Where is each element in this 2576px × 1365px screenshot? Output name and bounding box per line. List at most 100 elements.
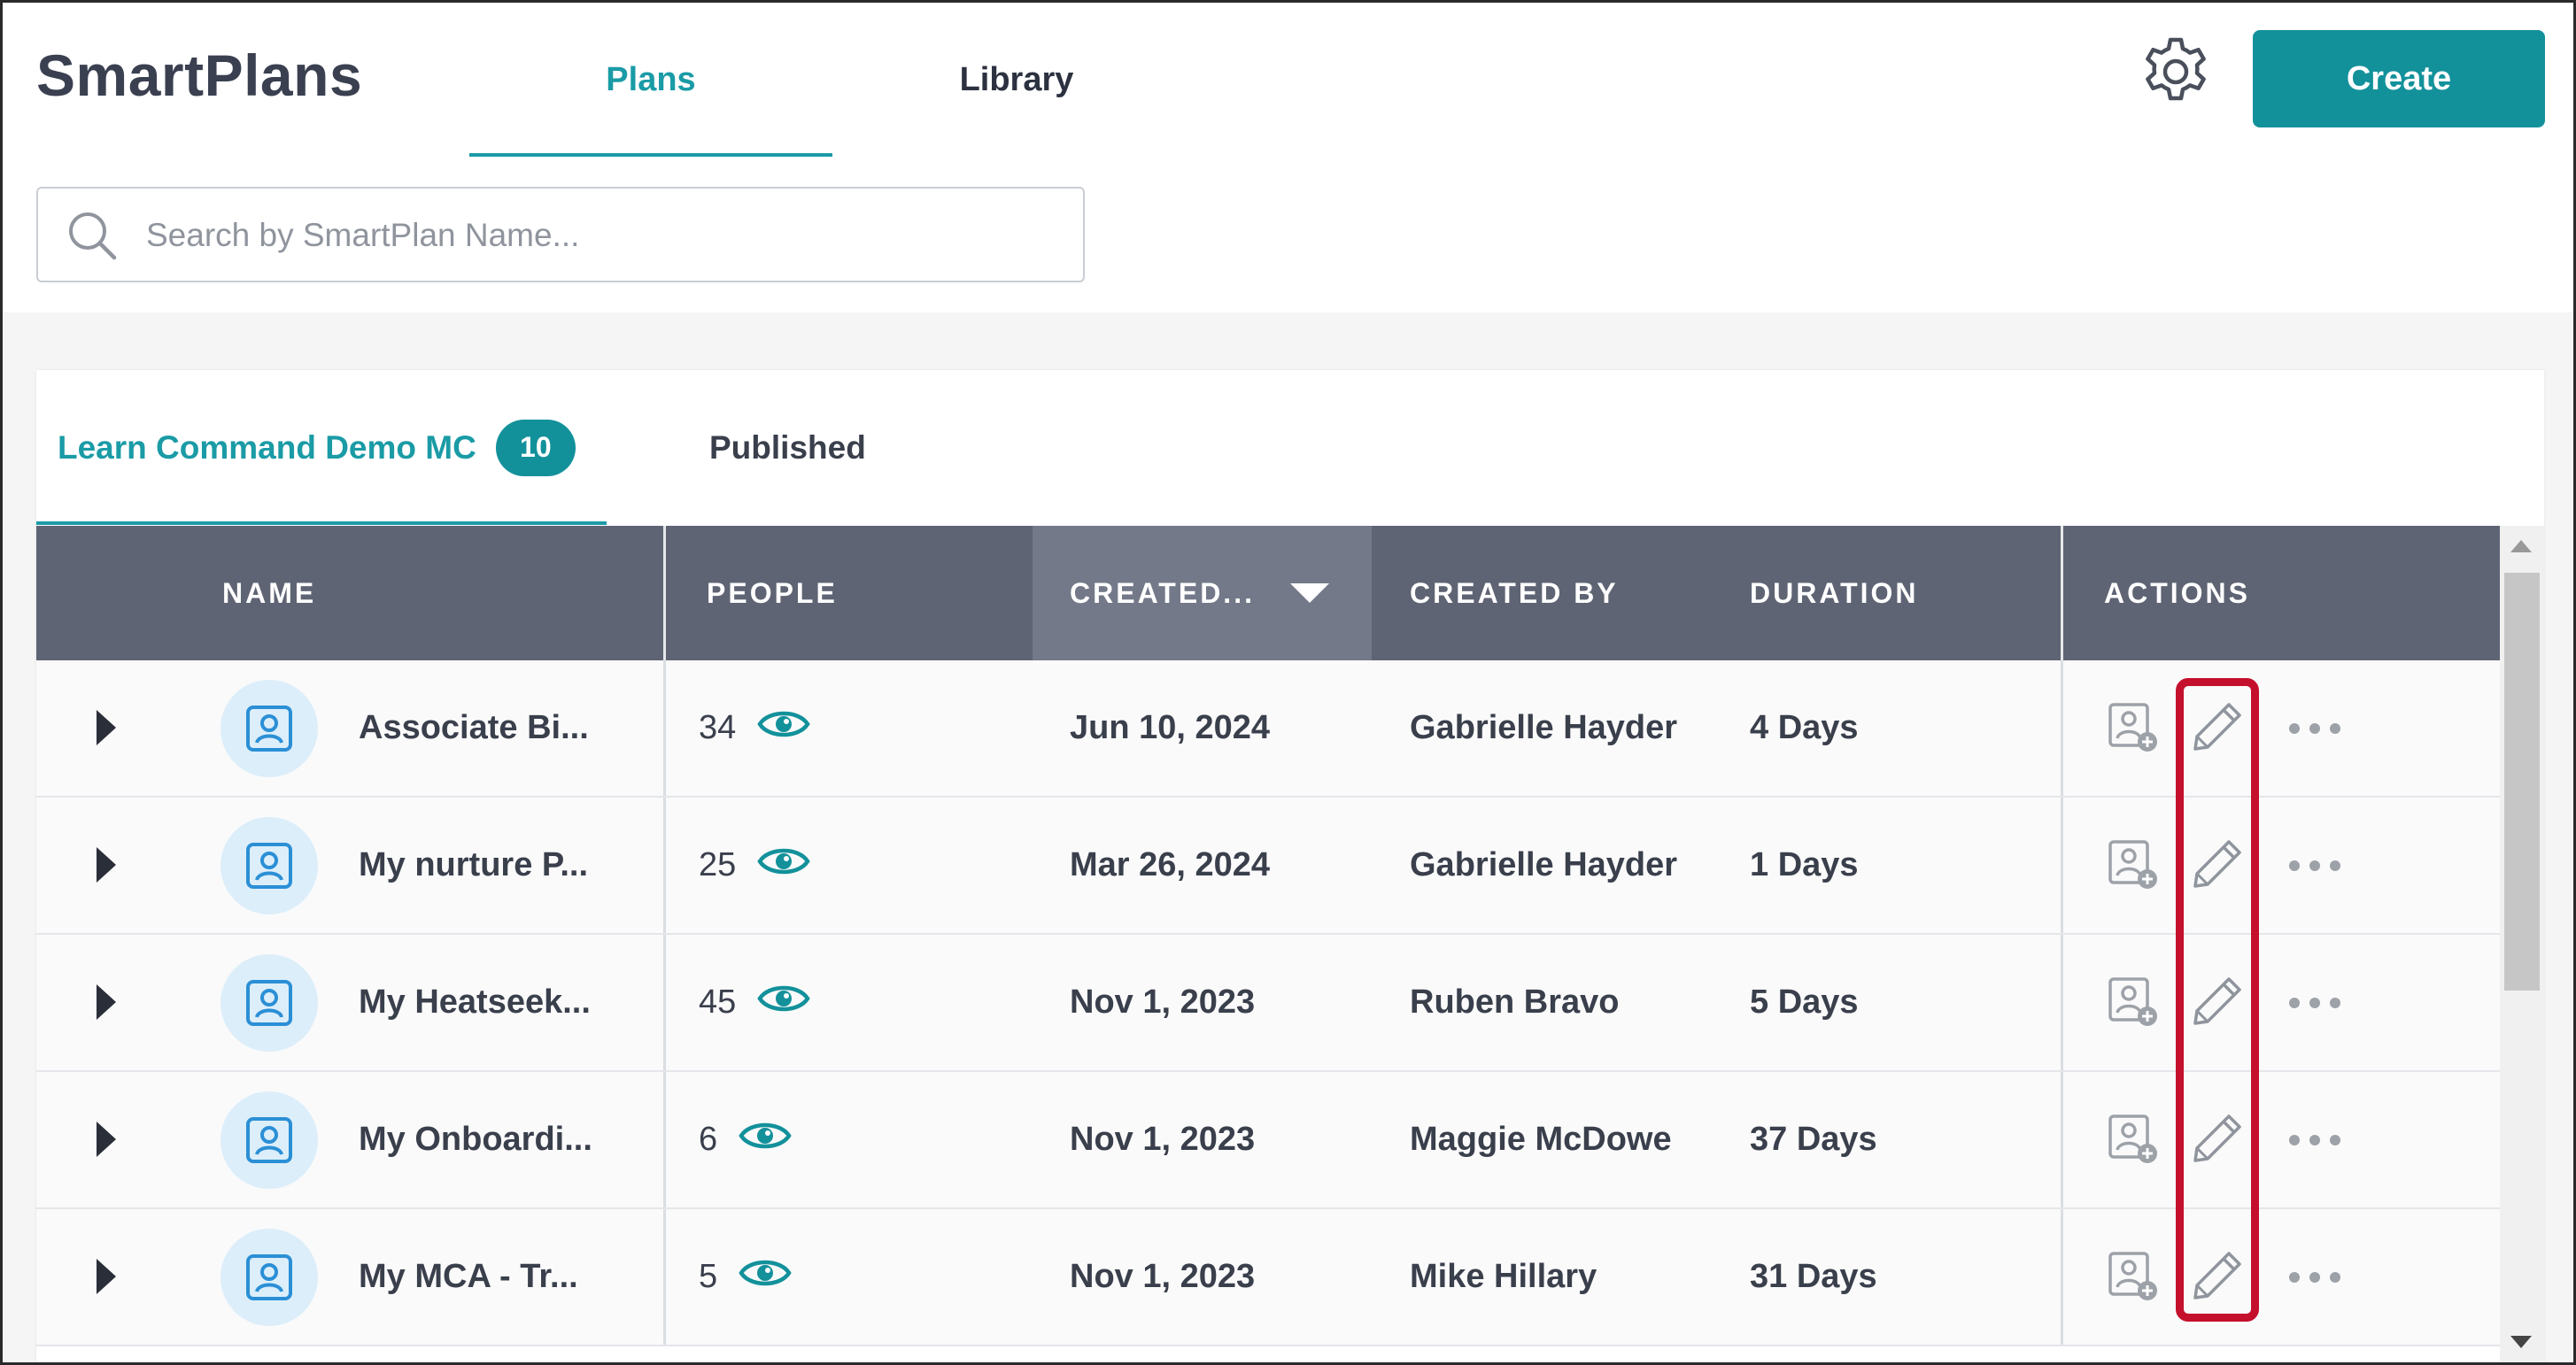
caret-right-icon[interactable] xyxy=(97,984,116,1020)
people-count: 5 xyxy=(699,1258,718,1295)
add-user-icon[interactable] xyxy=(2107,1113,2160,1170)
table-header: NAME PEOPLE CREATED... CREATED BY DURATI… xyxy=(36,526,2500,660)
table-row[interactable]: My Heatseek... 45 Nov 1, 2023 Ruben Bravo 5 … xyxy=(36,935,2500,1072)
app-logo: SmartPlans xyxy=(36,42,363,108)
created-date: Mar 26, 2024 xyxy=(1070,846,1271,883)
created-by: Mike Hillary xyxy=(1410,1258,1597,1295)
tab-library[interactable]: Library xyxy=(888,3,1145,157)
user-profile-icon xyxy=(220,954,318,1052)
more-horizontal-icon[interactable] xyxy=(2287,859,2342,877)
app-window: SmartPlans Plans Library Create Learn Co… xyxy=(0,0,2576,1365)
caret-right-icon[interactable] xyxy=(97,1259,116,1294)
eye-icon[interactable] xyxy=(757,844,810,888)
people-count: 34 xyxy=(699,709,737,746)
duration: 37 Days xyxy=(1750,1121,1877,1158)
created-by: Gabrielle Hayder xyxy=(1410,846,1678,883)
add-user-icon[interactable] xyxy=(2107,838,2160,896)
caret-right-icon[interactable] xyxy=(97,710,116,745)
count-badge: 10 xyxy=(495,419,576,476)
vertical-scrollbar[interactable] xyxy=(2500,526,2544,1362)
people-cell: 5 xyxy=(699,1209,792,1345)
people-cell: 6 xyxy=(699,1072,792,1207)
user-profile-icon xyxy=(220,680,318,777)
plan-name[interactable]: Associate Bi... xyxy=(359,660,589,796)
caret-right-icon[interactable] xyxy=(97,847,116,883)
subtab-published[interactable]: Published xyxy=(709,370,904,525)
duration: 4 Days xyxy=(1750,709,1859,746)
people-cell: 34 xyxy=(699,660,810,796)
people-count: 6 xyxy=(699,1121,718,1158)
more-horizontal-icon[interactable] xyxy=(2287,1270,2342,1289)
plans-card: Learn Command Demo MC 10 Published NAME … xyxy=(36,370,2544,1362)
people-cell: 45 xyxy=(699,935,810,1070)
eye-icon[interactable] xyxy=(739,1118,792,1162)
column-divider xyxy=(663,526,666,660)
people-cell: 25 xyxy=(699,798,810,933)
table-body: Associate Bi... 34 Jun 10, 2024 Gabrielle H… xyxy=(36,660,2500,1346)
search-bar xyxy=(36,187,1085,282)
created-date: Jun 10, 2024 xyxy=(1070,709,1271,746)
column-header-created-label: CREATED... xyxy=(1070,576,1255,609)
column-header-duration[interactable]: DURATION xyxy=(1750,526,1919,660)
eye-icon[interactable] xyxy=(739,1255,792,1299)
plan-name[interactable]: My MCA - Tr... xyxy=(359,1209,578,1345)
column-divider xyxy=(2061,935,2063,1070)
caret-right-icon[interactable] xyxy=(97,1122,116,1157)
more-horizontal-icon[interactable] xyxy=(2287,721,2342,740)
created-date: Nov 1, 2023 xyxy=(1070,1258,1256,1295)
add-user-icon[interactable] xyxy=(2107,701,2160,759)
created-by: Ruben Bravo xyxy=(1410,983,1620,1021)
column-divider xyxy=(2061,798,2063,933)
plan-name[interactable]: My Onboardi... xyxy=(359,1072,592,1207)
more-horizontal-icon[interactable] xyxy=(2287,996,2342,1014)
scroll-thumb[interactable] xyxy=(2504,573,2540,991)
people-count: 25 xyxy=(699,846,737,883)
gear-icon[interactable] xyxy=(2139,35,2213,109)
column-divider xyxy=(663,935,666,1070)
search-icon xyxy=(66,210,118,261)
created-date: Nov 1, 2023 xyxy=(1070,1121,1256,1158)
add-user-icon[interactable] xyxy=(2107,1250,2160,1307)
column-header-people[interactable]: PEOPLE xyxy=(707,526,838,660)
column-divider xyxy=(663,660,666,796)
column-divider xyxy=(2061,1072,2063,1207)
column-header-name[interactable]: NAME xyxy=(222,526,316,660)
plan-name[interactable]: My nurture P... xyxy=(359,798,588,933)
column-divider xyxy=(663,1072,666,1207)
created-date: Nov 1, 2023 xyxy=(1070,983,1256,1021)
column-divider xyxy=(663,1209,666,1345)
eye-icon[interactable] xyxy=(757,981,810,1025)
edit-column-highlight xyxy=(2176,678,2259,1322)
user-profile-icon xyxy=(220,817,318,914)
eye-icon[interactable] xyxy=(757,706,810,751)
created-by: Maggie McDowe xyxy=(1410,1121,1672,1158)
duration: 5 Days xyxy=(1750,983,1859,1021)
table-row[interactable]: My nurture P... 25 Mar 26, 2024 Gabrielle H… xyxy=(36,798,2500,935)
subtab-label: Learn Command Demo MC xyxy=(58,428,476,466)
tab-plans[interactable]: Plans xyxy=(469,3,832,157)
duration: 31 Days xyxy=(1750,1258,1877,1295)
more-horizontal-icon[interactable] xyxy=(2287,1133,2342,1152)
search-input[interactable] xyxy=(144,189,1069,282)
table-row[interactable]: My MCA - Tr... 5 Nov 1, 2023 Mike Hillary 31… xyxy=(36,1209,2500,1346)
scroll-down-arrow-icon[interactable] xyxy=(2510,1336,2532,1348)
created-by: Gabrielle Hayder xyxy=(1410,709,1678,746)
create-button[interactable]: Create xyxy=(2253,30,2545,127)
add-user-icon[interactable] xyxy=(2107,976,2160,1033)
sort-desc-icon xyxy=(1289,583,1329,603)
table-row[interactable]: My Onboardi... 6 Nov 1, 2023 Maggie McDowe 3… xyxy=(36,1072,2500,1209)
scroll-up-arrow-icon[interactable] xyxy=(2510,540,2532,552)
column-header-created[interactable]: CREATED... xyxy=(1033,526,1372,660)
user-profile-icon xyxy=(220,1091,318,1189)
column-divider xyxy=(2061,660,2063,796)
column-header-created-by[interactable]: CREATED BY xyxy=(1410,526,1619,660)
user-profile-icon xyxy=(220,1229,318,1326)
column-header-actions: ACTIONS xyxy=(2104,576,2250,609)
column-divider xyxy=(663,798,666,933)
column-divider xyxy=(2061,526,2063,660)
subtab-learn-command-demo-mc[interactable]: Learn Command Demo MC 10 xyxy=(36,370,607,525)
table-row[interactable]: Associate Bi... 34 Jun 10, 2024 Gabrielle H… xyxy=(36,660,2500,798)
people-count: 45 xyxy=(699,983,737,1021)
plan-name[interactable]: My Heatseek... xyxy=(359,935,591,1070)
duration: 1 Days xyxy=(1750,846,1859,883)
